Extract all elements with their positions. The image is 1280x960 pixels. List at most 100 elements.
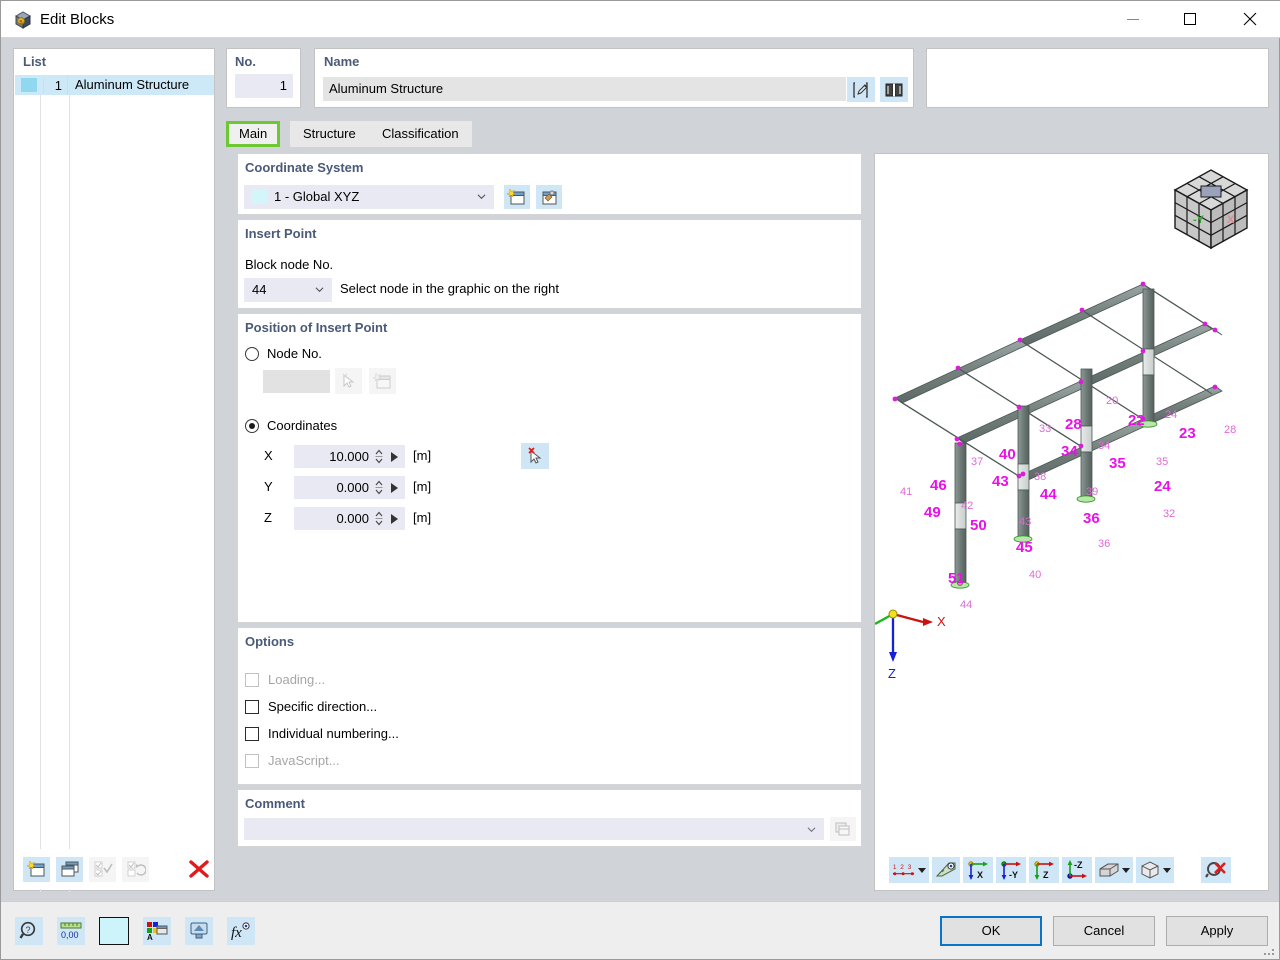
minimize-button[interactable] — [1110, 1, 1156, 37]
coordinates-radio-row[interactable]: Coordinates — [245, 418, 337, 433]
list-item[interactable]: 1 Aluminum Structure — [15, 75, 214, 95]
new-coordinate-system-button[interactable] — [504, 185, 530, 209]
name-label: Name — [324, 54, 360, 69]
option-loading-checkbox — [245, 672, 259, 687]
axis-y-icon: -Y — [1001, 861, 1021, 880]
view-in-y-button[interactable]: -Y — [996, 857, 1026, 883]
numbering-button[interactable]: 1 2 3 — [889, 857, 929, 883]
axis-x-expand-icon[interactable] — [391, 452, 398, 462]
units-button[interactable]: 0,00 — [57, 917, 85, 945]
edit-coordinate-system-button[interactable] — [536, 185, 562, 209]
option-individual-numbering-checkbox[interactable] — [245, 726, 259, 741]
option-specific-direction-label: Specific direction... — [268, 699, 378, 714]
coordinates-radio[interactable] — [245, 418, 259, 433]
chevron-down-icon[interactable] — [1122, 867, 1130, 873]
spinner-icon[interactable] — [375, 511, 383, 526]
axis-z-input[interactable]: 0.000 — [294, 507, 405, 530]
position-insert-point-group: Position of Insert Point Node No. Coordi… — [237, 313, 862, 623]
pick-coordinates-button[interactable] — [521, 443, 549, 469]
block-color-swatch — [21, 78, 37, 92]
list-item-label: Aluminum Structure — [67, 75, 214, 95]
axis-z-label: Z — [264, 510, 272, 525]
tab-structure[interactable]: Structure — [290, 121, 369, 147]
axis-y-input[interactable]: 0.000 — [294, 476, 405, 499]
axis-x-input[interactable]: 10.000 — [294, 445, 405, 468]
axis-neg-z-icon: -Z — [1067, 860, 1087, 879]
name-input[interactable]: Aluminum Structure — [323, 77, 846, 101]
reset-zoom-button[interactable] — [1201, 857, 1231, 883]
tab-main[interactable]: Main — [226, 121, 281, 147]
view-in-z-button[interactable]: Z — [1029, 857, 1059, 883]
spinner-icon[interactable] — [375, 480, 383, 495]
node-label: 24 — [1154, 478, 1171, 495]
view-in-x-button[interactable]: X — [963, 857, 993, 883]
window-title: Edit Blocks — [40, 11, 115, 28]
svg-text:fx: fx — [231, 925, 242, 941]
library-button[interactable] — [880, 77, 908, 102]
spinner-icon[interactable] — [375, 449, 383, 464]
edit-name-button[interactable] — [847, 77, 875, 102]
node-label: 44 — [960, 599, 973, 611]
apply-button[interactable]: Apply — [1166, 916, 1268, 946]
coordinate-system-select[interactable]: 1 - Global XYZ — [244, 185, 494, 209]
tab-classification[interactable]: Classification — [369, 121, 472, 147]
svg-text:1: 1 — [893, 864, 897, 871]
help-button[interactable]: ? — [15, 917, 43, 945]
option-javascript-row: JavaScript... — [245, 753, 340, 768]
windows-stack-icon — [835, 822, 850, 836]
isometric-view-button[interactable]: -Z — [1062, 857, 1092, 883]
chevron-down-icon[interactable] — [1163, 867, 1171, 873]
cancel-button[interactable]: Cancel — [1053, 916, 1155, 946]
formula-fx-icon: fx — [231, 922, 250, 941]
edit-window-icon — [542, 190, 557, 205]
wireframe-cube-icon — [1141, 861, 1159, 879]
pencil-box-icon — [853, 81, 868, 98]
formula-button[interactable]: fx — [227, 917, 255, 945]
color-button[interactable] — [99, 917, 129, 945]
axis-y-expand-icon[interactable] — [391, 483, 398, 493]
copy-block-button[interactable] — [56, 856, 83, 882]
number-input[interactable]: 1 — [235, 74, 293, 98]
option-javascript-label: JavaScript... — [268, 753, 340, 768]
close-button[interactable] — [1227, 1, 1273, 37]
block-node-select[interactable]: 44 — [244, 278, 332, 302]
option-specific-direction-checkbox[interactable] — [245, 699, 259, 714]
wireframe-button[interactable] — [1136, 857, 1174, 883]
node-label: 45 — [1016, 539, 1033, 556]
maximize-icon — [1184, 13, 1196, 25]
node-label: 43 — [992, 473, 1009, 490]
node-label: 23 — [1179, 425, 1196, 442]
print-preview-button[interactable] — [185, 917, 213, 945]
display-properties-button[interactable]: A — [143, 917, 171, 945]
axis-y-label: Y — [264, 479, 273, 494]
insert-point-title: Insert Point — [245, 226, 317, 241]
comment-input[interactable] — [244, 818, 824, 840]
list-header: List — [23, 54, 47, 69]
chevron-down-icon[interactable] — [918, 867, 926, 873]
node-no-radio-row[interactable]: Node No. — [245, 346, 322, 361]
new-window-star-icon — [372, 372, 390, 389]
coordinate-system-group: Coordinate System 1 - Global XYZ — [237, 153, 862, 215]
axis-z-expand-icon[interactable] — [391, 514, 398, 524]
resize-grip-icon[interactable] — [1264, 945, 1276, 957]
option-individual-numbering-row[interactable]: Individual numbering... — [245, 726, 399, 741]
node-label: 38 — [1034, 471, 1047, 483]
comment-templates-button[interactable] — [830, 817, 856, 841]
node-no-radio[interactable] — [245, 346, 259, 361]
new-node-button — [369, 368, 396, 394]
chevron-down-icon — [477, 194, 486, 200]
new-block-button[interactable] — [23, 856, 50, 882]
top-right-info-panel — [926, 48, 1269, 108]
comment-group: Comment — [237, 789, 862, 847]
numbering-icon: 1 2 3 — [892, 864, 915, 876]
structure-graphic-panel[interactable]: -Y X X Z 20 28 22 24 23 28 33 34 34 35 4… — [874, 153, 1269, 891]
ok-button[interactable]: OK — [940, 916, 1042, 946]
structure-3d-view[interactable]: X Z — [875, 154, 1268, 851]
delete-block-button[interactable] — [185, 857, 212, 882]
render-view-button[interactable] — [932, 857, 960, 883]
print-preview-icon — [190, 922, 208, 939]
graphic-toolbar: 1 2 3 X -Y Z -Z — [875, 850, 1268, 890]
maximize-button[interactable] — [1167, 1, 1213, 37]
display-mode-button[interactable] — [1095, 857, 1133, 883]
option-specific-direction-row[interactable]: Specific direction... — [245, 699, 377, 714]
